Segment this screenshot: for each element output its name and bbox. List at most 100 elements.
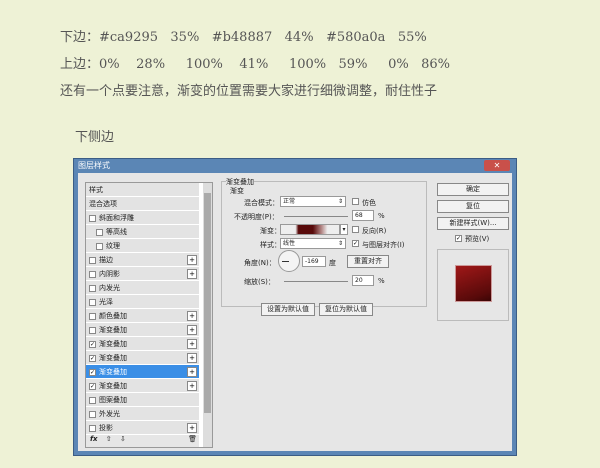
add-icon[interactable]: +	[187, 339, 197, 349]
style-list-item[interactable]: 纹理	[86, 239, 199, 253]
dither-label: 仿色	[362, 199, 376, 207]
dither-checkbox[interactable]	[352, 198, 359, 205]
checkbox[interactable]	[89, 270, 96, 278]
checkbox[interactable]	[89, 298, 96, 306]
style-select[interactable]: 线性 ⇕	[280, 238, 346, 249]
layer-style-dialog: 图层样式 ✕ 样式 混合选项 斜面和浮雕 等高线 纹理 描边 + 内阴影 + 内发光 光泽 颜色叠加 +…	[73, 158, 517, 456]
item-label: 颜色叠加	[99, 312, 127, 320]
ok-button[interactable]: 确定	[437, 183, 509, 196]
item-label: 渐变叠加	[99, 340, 127, 348]
opacity-input[interactable]: 68	[352, 210, 374, 221]
add-icon[interactable]: +	[187, 353, 197, 363]
item-label: 斜面和浮雕	[99, 214, 134, 222]
opacity-slider[interactable]	[284, 216, 348, 217]
item-label: 渐变叠加	[99, 354, 127, 362]
sub-title: 渐变	[230, 187, 244, 195]
item-label: 内发光	[99, 284, 120, 292]
checkbox[interactable]	[89, 214, 96, 222]
style-list-item[interactable]: ✓ 渐变叠加 +	[86, 365, 199, 379]
preview-swatch	[455, 265, 492, 302]
item-label: 混合选项	[89, 200, 117, 208]
reset-button[interactable]: 复位	[437, 200, 509, 213]
style-list-item[interactable]: ✓ 渐变叠加 +	[86, 337, 199, 351]
item-label: 渐变叠加	[99, 368, 127, 376]
angle-dial[interactable]	[278, 250, 300, 272]
reset-default-button[interactable]: 复位为默认值	[319, 303, 373, 316]
close-button[interactable]: ✕	[484, 160, 510, 171]
new-style-button[interactable]: 新建样式(W)...	[437, 217, 509, 230]
style-list-item[interactable]: 等高线	[86, 225, 199, 239]
style-list-item[interactable]: 外发光	[86, 407, 199, 421]
checkbox[interactable]	[96, 242, 103, 250]
blend-label: 混合模式：	[244, 199, 279, 207]
style-label: 样式：	[260, 241, 281, 249]
style-list-item[interactable]: 颜色叠加 +	[86, 309, 199, 323]
dialog-title: 图层样式	[78, 161, 110, 170]
item-label: 投影	[99, 424, 113, 432]
add-icon[interactable]: +	[187, 311, 197, 321]
item-label: 描边	[99, 256, 113, 264]
checkbox[interactable]	[89, 284, 96, 292]
checkbox[interactable]	[89, 326, 96, 334]
checkbox[interactable]: ✓	[89, 354, 96, 362]
style-list-item[interactable]: 斜面和浮雕	[86, 211, 199, 225]
set-default-button[interactable]: 设置为默认值	[261, 303, 315, 316]
align-label: 与图层对齐(I)	[362, 241, 405, 249]
style-list-item[interactable]: 图案叠加	[86, 393, 199, 407]
scrollbar[interactable]	[203, 183, 212, 447]
style-list-item[interactable]: 渐变叠加 +	[86, 323, 199, 337]
add-icon[interactable]: +	[187, 255, 197, 265]
move-up-icon[interactable]: ⇧	[106, 435, 112, 443]
checkbox[interactable]	[89, 410, 96, 418]
blend-mode-select[interactable]: 正常 ⇕	[280, 196, 346, 207]
blend-value: 正常	[283, 198, 296, 205]
scale-input[interactable]: 20	[352, 275, 374, 286]
checkbox[interactable]: ✓	[89, 382, 96, 390]
preview-label: 预览(V)	[465, 235, 490, 243]
preview-area	[437, 249, 509, 321]
angle-unit: 度	[329, 259, 336, 267]
checkbox[interactable]: ✓	[89, 368, 96, 376]
item-label: 样式	[89, 186, 103, 194]
reverse-checkbox[interactable]	[352, 226, 359, 233]
item-label: 纹理	[106, 242, 120, 250]
checkbox[interactable]: ✓	[89, 340, 96, 348]
fx-icon[interactable]: fx	[90, 435, 98, 443]
style-list-item[interactable]: 描边 +	[86, 253, 199, 267]
reverse-label: 反向(R)	[362, 227, 387, 235]
checkbox[interactable]	[89, 256, 96, 264]
gradient-dropdown[interactable]: ▾	[340, 224, 348, 235]
align-checkbox[interactable]: ✓	[352, 240, 359, 247]
reset-align-button[interactable]: 重置对齐	[347, 255, 389, 268]
style-list-item[interactable]: 投影 +	[86, 421, 199, 435]
checkbox[interactable]	[89, 396, 96, 404]
checkbox[interactable]	[89, 424, 96, 432]
gradient-picker[interactable]	[280, 224, 340, 235]
angle-input[interactable]: -169	[302, 256, 326, 267]
checkbox[interactable]	[89, 312, 96, 320]
style-list-item[interactable]: 内阴影 +	[86, 267, 199, 281]
move-down-icon[interactable]: ⇩	[120, 435, 126, 443]
add-icon[interactable]: +	[187, 423, 197, 433]
trash-icon[interactable]: 🗑	[188, 435, 197, 443]
style-list-item[interactable]: 光泽	[86, 295, 199, 309]
style-list-item[interactable]: 样式	[86, 183, 199, 197]
text-line-bottom: 下边：#ca9295 35% #b48887 44% #580a0a 55%	[60, 30, 427, 45]
add-icon[interactable]: +	[187, 367, 197, 377]
style-list-item[interactable]: 内发光	[86, 281, 199, 295]
angle-label: 角度(N)：	[244, 259, 276, 267]
checkbox[interactable]	[96, 228, 103, 236]
gradient-label: 渐变：	[260, 227, 281, 235]
scale-label: 缩放(S)：	[244, 278, 275, 286]
preview-checkbox[interactable]: ✓	[455, 235, 462, 242]
item-label: 渐变叠加	[99, 382, 127, 390]
add-icon[interactable]: +	[187, 325, 197, 335]
add-icon[interactable]: +	[187, 381, 197, 391]
text-line-top: 上边：0% 28% 100% 41% 100% 59% 0% 86%	[60, 57, 450, 72]
text-heading: 下侧边	[75, 130, 115, 145]
style-list-item[interactable]: 混合选项	[86, 197, 199, 211]
scale-slider[interactable]	[284, 281, 348, 282]
style-list-item[interactable]: ✓ 渐变叠加 +	[86, 379, 199, 393]
add-icon[interactable]: +	[187, 269, 197, 279]
style-list-item[interactable]: ✓ 渐变叠加 +	[86, 351, 199, 365]
